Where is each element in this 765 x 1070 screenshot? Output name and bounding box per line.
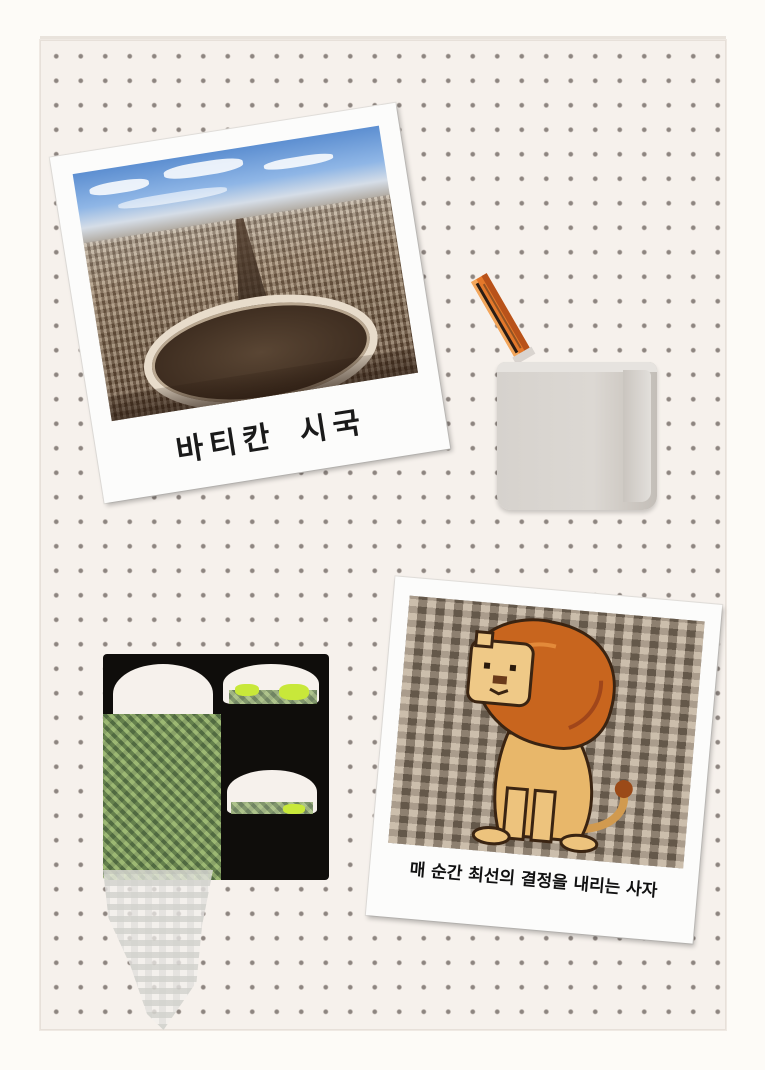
lion-photo <box>388 595 705 869</box>
pen-icon[interactable] <box>466 266 536 370</box>
moss-highlight <box>283 804 305 814</box>
page: 바티칸 시국 매 순간 최선의 결정을 내리는 사자 <box>0 0 765 1070</box>
pen-cup-icon[interactable] <box>497 362 657 510</box>
cloud <box>263 151 334 173</box>
cup-side <box>623 370 651 502</box>
polaroid-vatican[interactable]: 바티칸 시국 <box>49 102 451 504</box>
lion-icon <box>466 618 633 853</box>
moss-highlight <box>279 684 309 700</box>
vatican-photo <box>72 125 418 422</box>
cloud <box>162 155 245 182</box>
moss-highlight <box>235 684 259 696</box>
cloud <box>88 176 150 198</box>
polaroid-lion[interactable]: 매 순간 최선의 결정을 내리는 사자 <box>365 576 723 944</box>
moss <box>103 714 221 880</box>
hanging-plant-shelf-icon[interactable] <box>103 654 329 880</box>
